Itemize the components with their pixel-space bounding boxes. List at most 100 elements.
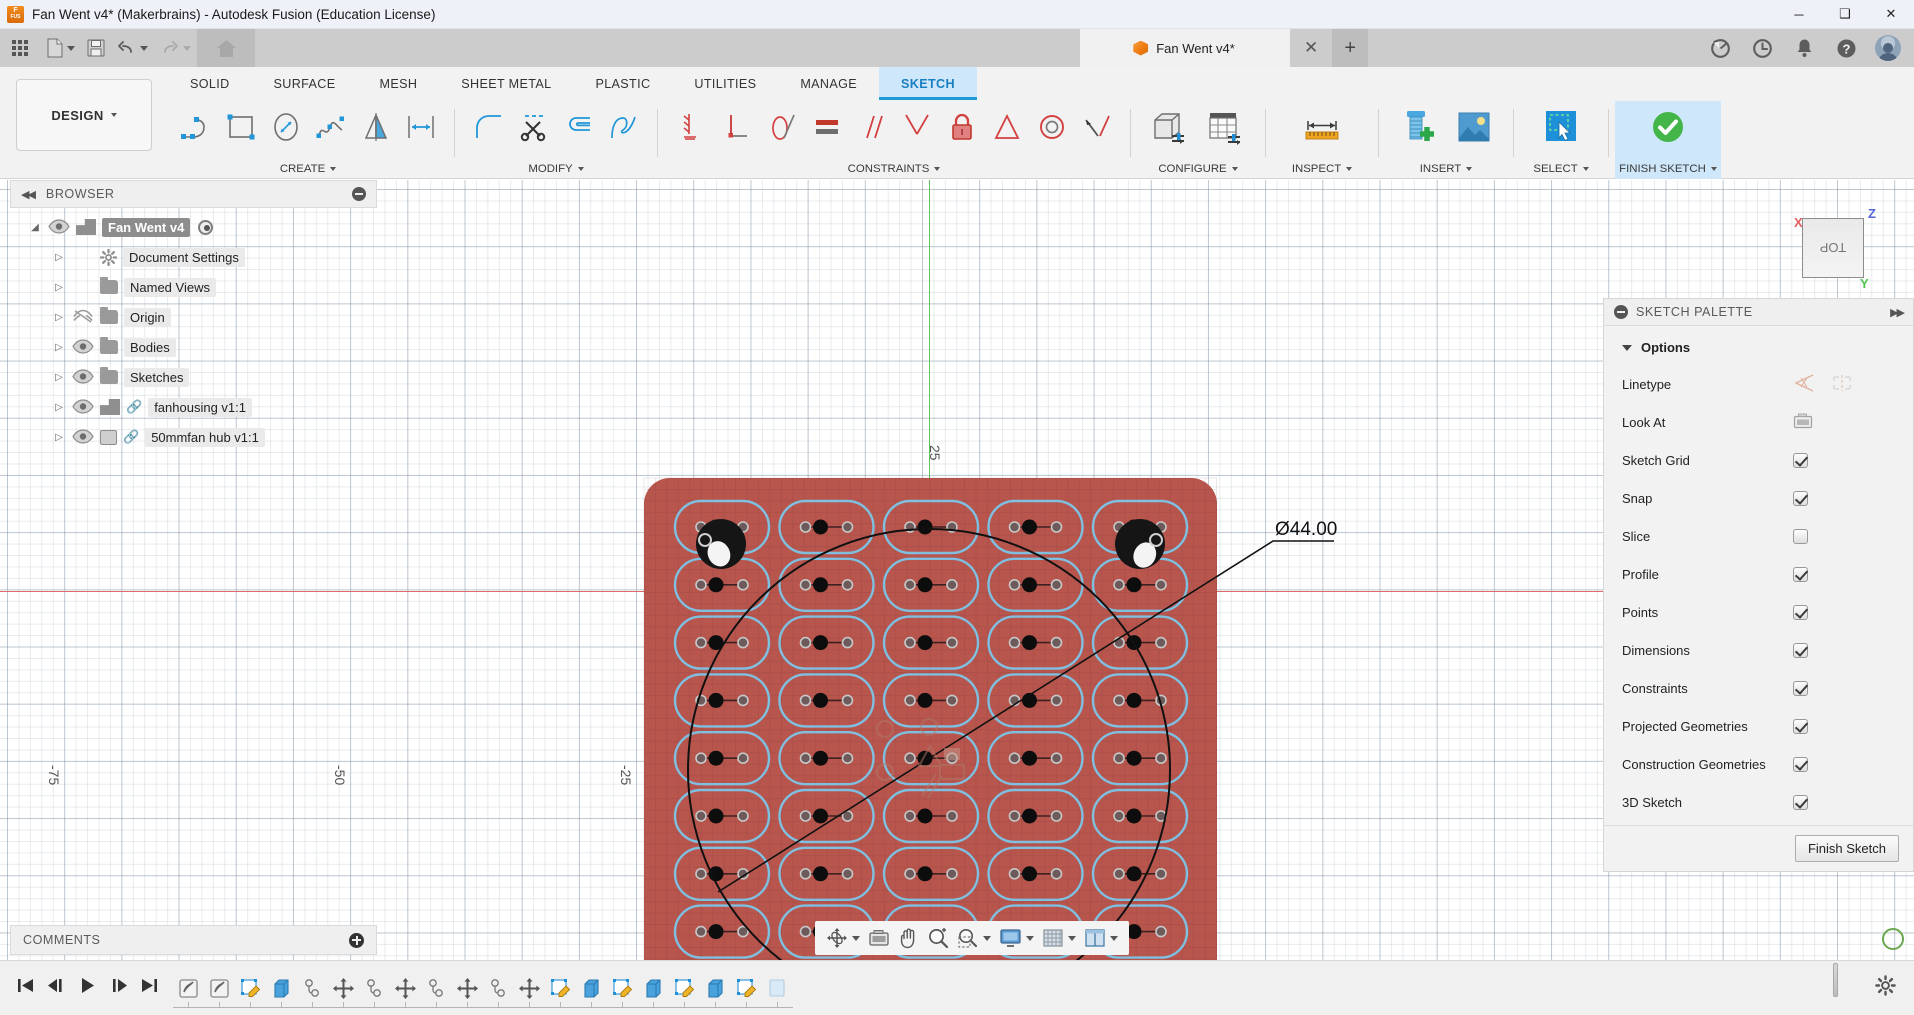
snap-checkbox[interactable] [1793,490,1808,506]
sketch-edit-icon[interactable] [731,971,762,1005]
slot-endpoint[interactable] [904,694,916,707]
activate-component-radio[interactable] [198,219,214,235]
sketch-edit-icon[interactable] [235,971,266,1005]
slot-endpoint[interactable] [1050,810,1063,822]
tab-mesh[interactable]: MESH [357,67,439,100]
linetype-construction-icon[interactable] [1793,373,1815,395]
tab-utilities[interactable]: UTILITIES [672,67,778,100]
slot-endpoint[interactable] [1155,636,1167,649]
slot-endpoint[interactable] [1008,867,1021,880]
slot-midpoint[interactable] [917,866,933,882]
slot-midpoint[interactable] [1022,750,1037,766]
account-avatar[interactable] [1875,35,1901,61]
slot-endpoint[interactable] [841,752,854,765]
slot-midpoint[interactable] [813,808,828,824]
slot-endpoint[interactable] [799,521,812,533]
maximize-button[interactable]: ❑ [1822,0,1868,29]
slot-endpoint[interactable] [1050,578,1063,591]
equal-constraint-icon[interactable] [804,103,849,151]
slot-midpoint[interactable] [1022,866,1037,882]
undo-button[interactable] [111,29,154,67]
slot-endpoint[interactable] [946,810,958,822]
slot-endpoint[interactable] [1008,752,1021,765]
expand-arrow-icon[interactable]: ▷ [52,432,66,443]
slot-endpoint[interactable] [1113,810,1125,822]
coincident-constraint-icon[interactable] [669,103,714,151]
slot-endpoint[interactable] [904,867,916,880]
tab-surface[interactable]: SURFACE [252,67,358,100]
slot-endpoint[interactable] [799,810,812,822]
slot-endpoint[interactable] [695,636,707,649]
slot-endpoint[interactable] [904,752,916,765]
slot-endpoint[interactable] [1155,578,1167,591]
play-icon[interactable] [78,976,97,1000]
sketch-feature-icon[interactable] [173,971,204,1005]
collapse-icon[interactable]: ◀◀ [21,188,36,201]
extrude-icon[interactable] [700,971,731,1005]
visibility-eye-icon[interactable] [72,429,94,445]
slot-endpoint[interactable] [946,694,958,707]
tab-solid[interactable]: SOLID [168,67,252,100]
slot-midpoint[interactable] [917,519,933,535]
pending-icon[interactable] [762,971,793,1005]
new-document-button[interactable] [40,29,81,67]
tab-plastic[interactable]: PLASTIC [573,67,672,100]
sketch-grid-checkbox[interactable] [1793,452,1808,468]
tab-sheet-metal[interactable]: SHEET METAL [439,67,573,100]
expand-arrow-icon[interactable]: ▷ [52,342,66,353]
construction-geometries-checkbox[interactable] [1793,756,1808,772]
help-icon[interactable]: ? [1826,29,1866,67]
slot-endpoint[interactable] [799,578,812,591]
slot-midpoint[interactable] [1126,577,1142,593]
slot-midpoint[interactable] [917,635,933,651]
browser-item-fan-went-v4[interactable]: ◢ Fan Went v4 [10,212,377,242]
fix-constraint-icon[interactable] [939,103,984,151]
visibility-eye-icon[interactable] [48,219,70,235]
notifications-icon[interactable] [1784,29,1824,67]
workspace-switcher[interactable]: DESIGN [16,79,152,151]
viewports-icon[interactable] [1080,921,1122,955]
slot-endpoint[interactable] [841,867,854,880]
extrude-icon[interactable] [266,971,297,1005]
visibility-eye-icon[interactable] [72,399,94,415]
slot-endpoint[interactable] [1155,925,1167,938]
points-checkbox[interactable] [1793,604,1808,620]
trim-tool-icon[interactable] [511,103,556,151]
step-forward-icon[interactable] [109,976,128,1000]
slot-midpoint[interactable] [708,577,724,593]
tab-sketch[interactable]: SKETCH [879,67,977,100]
constraints-checkbox[interactable] [1793,680,1808,696]
expand-arrow-icon[interactable]: ▷ [52,402,66,413]
configure-model-icon[interactable] [1142,103,1198,151]
mirror-tool-icon[interactable] [353,103,398,151]
pan-icon[interactable] [894,921,923,955]
browser-item-bodies[interactable]: ▷ Bodies [10,332,377,362]
document-tab[interactable]: Fan Went v4* [1080,29,1290,67]
save-button[interactable] [81,29,111,67]
move-icon[interactable] [328,971,359,1005]
slot-endpoint[interactable] [1050,521,1063,533]
zoom-icon[interactable] [923,921,953,955]
move-icon[interactable] [514,971,545,1005]
display-settings-icon[interactable] [995,921,1038,955]
dimensions-checkbox[interactable] [1793,642,1808,658]
browser-item-document-settings[interactable]: ▷ Document Settings [10,242,377,272]
slot-midpoint[interactable] [813,866,828,882]
redo-button[interactable] [154,29,197,67]
slot-endpoint[interactable] [799,694,812,707]
expand-arrow-icon[interactable]: ▷ [52,372,66,383]
slot-midpoint[interactable] [813,577,828,593]
sketch-edit-icon[interactable] [607,971,638,1005]
concentric-constraint-icon[interactable] [1029,103,1074,151]
look-at-palette-icon[interactable] [1793,412,1813,433]
slot-midpoint[interactable] [1126,750,1142,766]
slot-midpoint[interactable] [917,692,933,708]
slot-endpoint[interactable] [799,752,812,765]
sketch-edit-icon[interactable] [669,971,700,1005]
midpoint-constraint-icon[interactable] [894,103,939,151]
slot-midpoint[interactable] [1022,577,1037,593]
slot-endpoint[interactable] [904,578,916,591]
panel-finish-sketch[interactable]: FINISH SKETCH [1615,101,1721,179]
slot-midpoint[interactable] [708,924,724,940]
minimize-button[interactable]: ─ [1776,0,1822,29]
